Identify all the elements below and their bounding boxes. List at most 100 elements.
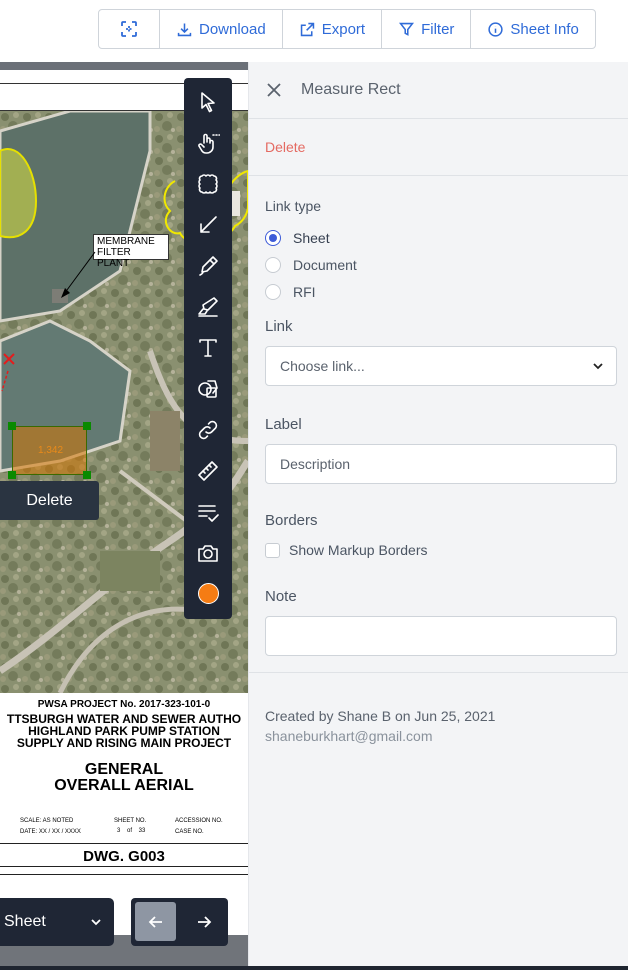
link-select-value: Choose link... — [280, 358, 365, 374]
radio-button[interactable] — [265, 283, 281, 300]
ruler-icon — [198, 461, 218, 481]
pan-tool[interactable] — [196, 131, 221, 155]
radio-sheet-label: Sheet — [293, 229, 330, 246]
download-icon — [177, 23, 192, 36]
checklist-tool[interactable] — [196, 500, 220, 524]
shapes-tool[interactable] — [196, 377, 220, 401]
page-bottom-bar — [0, 966, 628, 970]
case-label: CASE NO. — [175, 829, 204, 835]
previous-sheet-button[interactable] — [135, 902, 176, 941]
cloud-shape-icon — [198, 174, 218, 194]
measure-rect-markup[interactable]: 1,342 — [12, 426, 87, 475]
arrow-left-icon — [148, 915, 162, 928]
download-label: Download — [199, 20, 266, 38]
pen-icon — [199, 256, 218, 276]
filter-label: Filter — [421, 20, 455, 38]
radio-rfi-label: RFI — [293, 283, 316, 300]
toolbar-button-group: Download Export Filter Sheet Info — [98, 9, 596, 49]
note-label: Note — [265, 588, 297, 605]
pan-hand-icon — [198, 133, 221, 154]
camera-tool[interactable] — [196, 541, 220, 565]
arrow-icon — [200, 216, 217, 233]
radio-button[interactable] — [265, 229, 281, 246]
link-label: Link — [265, 318, 293, 335]
frame-line — [0, 843, 248, 844]
label-input[interactable]: Description — [265, 444, 617, 484]
delete-popup-label: Delete — [26, 491, 73, 509]
top-toolbar: Download Export Filter Sheet Info — [0, 0, 628, 62]
resize-handle[interactable] — [8, 422, 16, 430]
note-input[interactable] — [265, 616, 617, 656]
callout-line-2: FILTER PLANT — [97, 247, 131, 269]
sheet-no-value: 3 of 33 — [117, 828, 146, 834]
markup-delete-button[interactable]: Delete — [0, 481, 99, 520]
sheet-title-line-2: OVERALL AERIAL — [54, 777, 194, 794]
close-icon[interactable] — [265, 81, 283, 99]
cursor-icon — [201, 92, 215, 113]
delete-row: Delete — [249, 119, 628, 176]
filter-button[interactable]: Filter — [382, 10, 472, 48]
page-navigation — [131, 898, 228, 946]
sheet-info-button[interactable]: Sheet Info — [471, 10, 594, 48]
panel-title: Measure Rect — [301, 81, 401, 98]
show-borders-checkbox[interactable] — [265, 542, 280, 558]
sheet-no-label: SHEET NO. — [114, 818, 147, 824]
text-tool[interactable] — [196, 336, 220, 360]
label-input-placeholder: Description — [280, 456, 351, 472]
project-number: PWSA PROJECT No. 2017-323-101-0 — [37, 699, 211, 710]
project-name: SUPPLY AND RISING MAIN PROJECT — [16, 736, 232, 750]
link-tool[interactable] — [196, 418, 220, 442]
chevron-down-icon — [593, 363, 603, 370]
filter-icon — [399, 22, 415, 36]
callout-label: MEMBRANE FILTER PLANT — [93, 234, 169, 269]
divider — [249, 672, 628, 673]
panel-header: Measure Rect — [249, 62, 628, 119]
radio-rfi[interactable]: RFI — [265, 278, 357, 305]
canvas-top-strip — [0, 62, 248, 70]
highlighter-tool[interactable] — [196, 295, 220, 319]
shapes-icon — [198, 380, 218, 398]
arrow-tool[interactable] — [196, 213, 220, 237]
date-label: DATE: XX / XX / XXXX — [20, 829, 81, 835]
radio-button[interactable] — [265, 256, 281, 273]
camera-icon — [198, 545, 218, 562]
color-picker-button[interactable] — [198, 583, 219, 604]
next-sheet-button[interactable] — [183, 902, 224, 941]
radio-sheet[interactable]: Sheet — [265, 224, 357, 251]
export-icon — [300, 22, 314, 36]
select-area-button[interactable] — [99, 10, 160, 48]
download-button[interactable]: Download — [160, 10, 283, 48]
created-by-text: Created by Shane B on Jun 25, 2021 — [265, 708, 496, 724]
measure-tool[interactable] — [196, 459, 220, 483]
sheet-selector-label: Sheet — [4, 913, 46, 930]
radio-document[interactable]: Document — [265, 251, 357, 278]
sheet-selector[interactable]: Sheet — [0, 898, 114, 946]
measure-value: 1,342 — [37, 445, 64, 456]
resize-handle[interactable] — [83, 471, 91, 479]
link-type-label: Link type — [265, 198, 322, 214]
text-icon — [199, 339, 217, 357]
sheet-info-label: Sheet Info — [510, 20, 579, 38]
drawing-number: DWG. G003 — [83, 848, 165, 865]
scale-label: SCALE: AS NOTED — [20, 818, 74, 824]
checklist-icon — [198, 505, 219, 522]
markup-details-panel: Measure Rect Delete Link type Sheet Docu… — [248, 62, 628, 966]
delete-markup-link[interactable]: Delete — [265, 139, 305, 155]
creator-email: shaneburkhart@gmail.com — [265, 728, 433, 744]
show-borders-checkbox-row[interactable]: Show Markup Borders — [265, 542, 428, 558]
frame-line — [0, 874, 248, 875]
link-select[interactable]: Choose link... — [265, 346, 617, 386]
cursor-tool[interactable] — [196, 90, 220, 114]
show-borders-label: Show Markup Borders — [289, 542, 428, 558]
cloud-tool[interactable] — [196, 172, 220, 196]
pen-tool[interactable] — [196, 254, 220, 278]
markup-tools-palette — [184, 78, 232, 619]
resize-handle[interactable] — [83, 422, 91, 430]
info-icon — [488, 21, 504, 37]
callout-leader — [61, 251, 96, 298]
export-button[interactable]: Export — [283, 10, 383, 48]
radio-document-label: Document — [293, 256, 357, 273]
link-type-radio-group: Sheet Document RFI — [265, 224, 357, 305]
resize-handle[interactable] — [8, 471, 16, 479]
borders-label: Borders — [265, 512, 318, 529]
